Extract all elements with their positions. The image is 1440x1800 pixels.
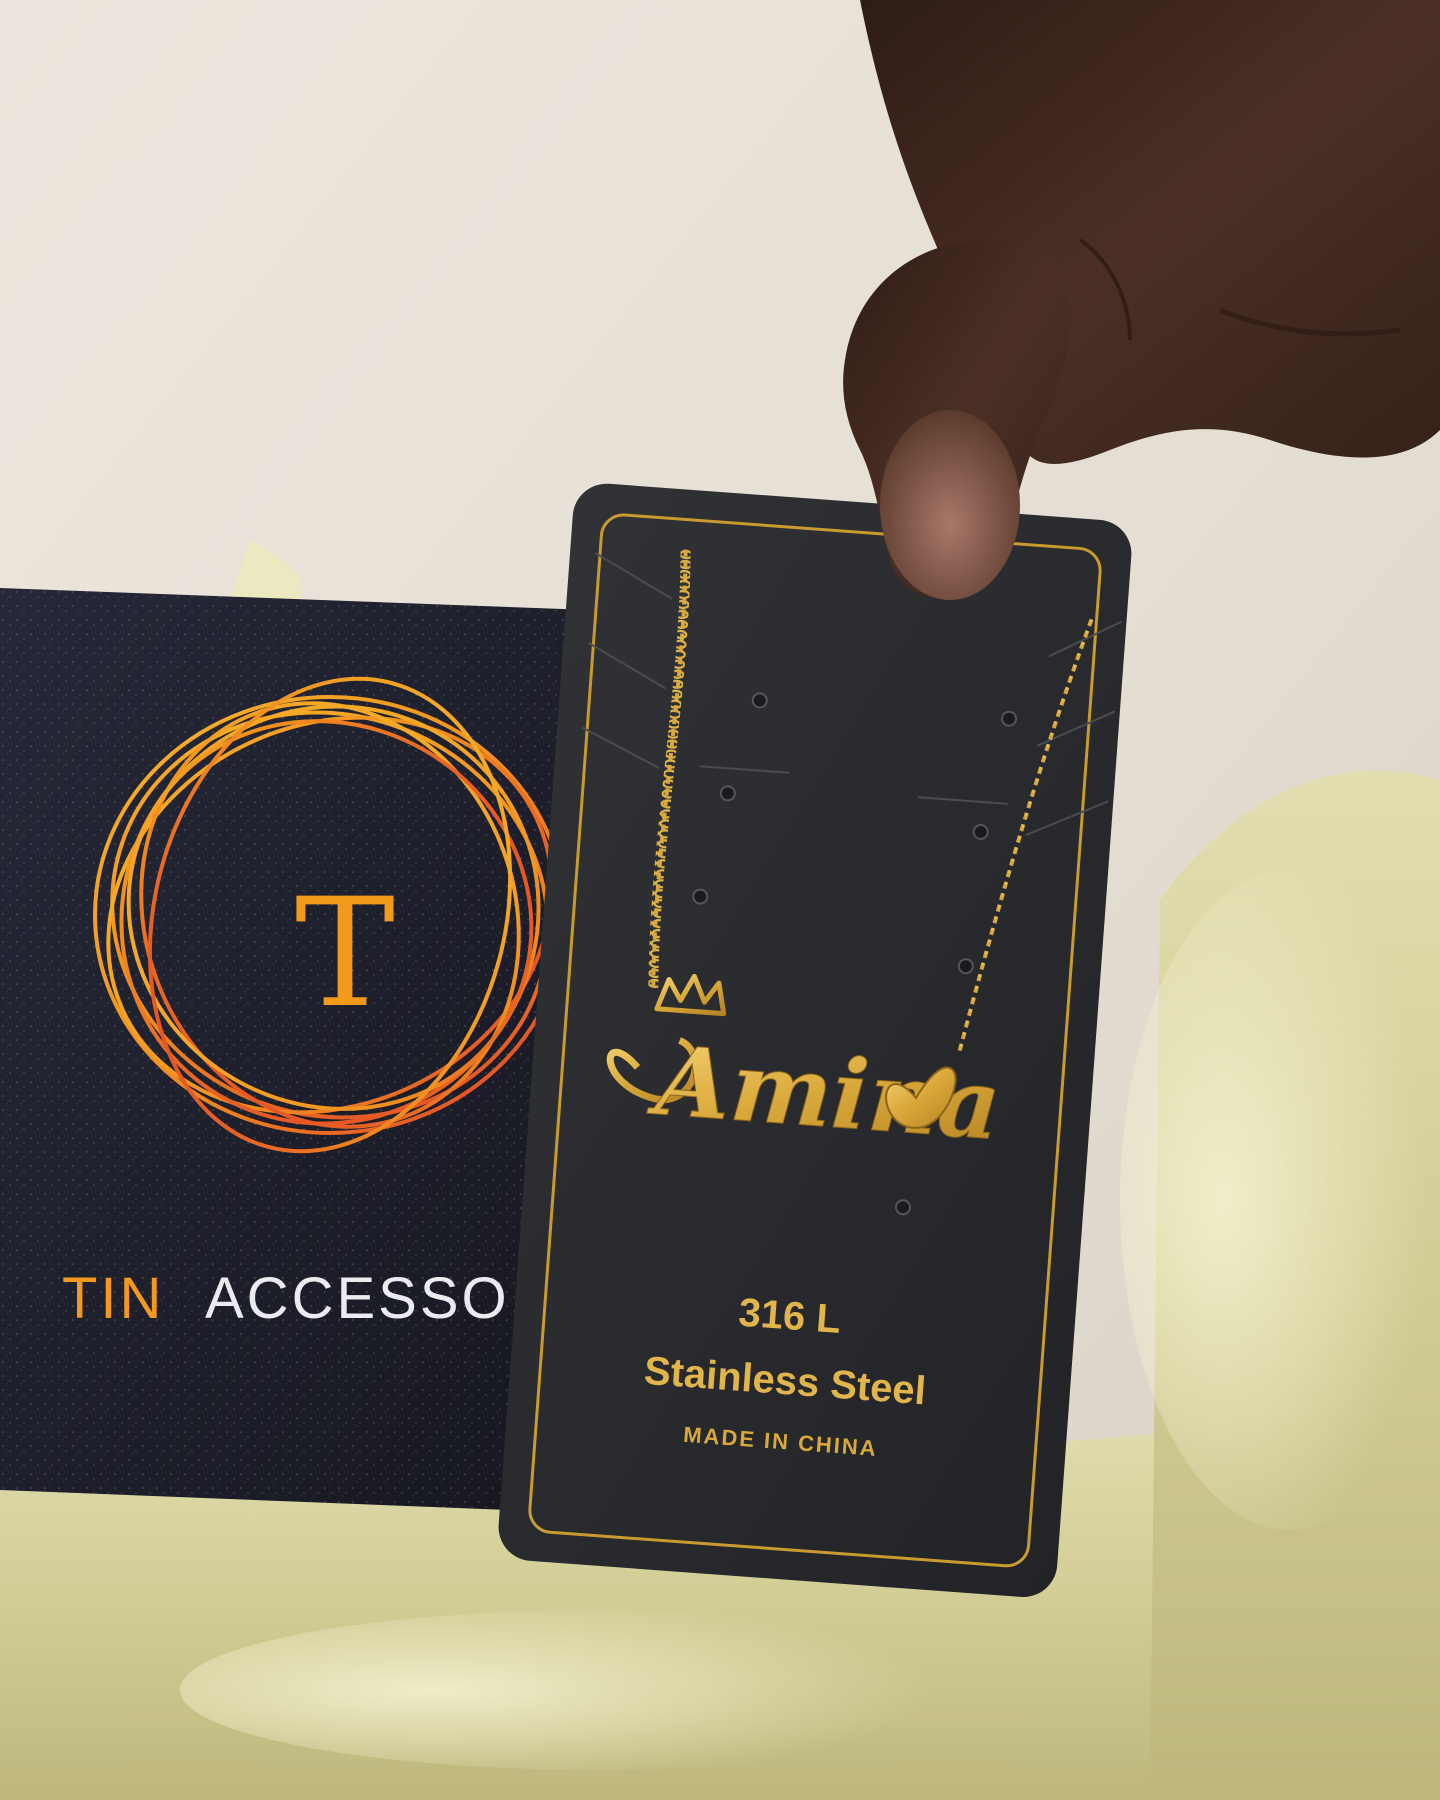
brand-name-secondary: ACCESSO (205, 1266, 510, 1331)
photo-canvas: T TIN ACCESSO Amina 316 L Stainless Stee… (0, 0, 1440, 1800)
necklace-card: Amina 316 L Stainless Steel MADE IN CHIN… (498, 483, 1132, 1598)
steel-grade: 316 L (737, 1291, 842, 1342)
satin-highlight-bottom (180, 1610, 1020, 1770)
thumb-tip (880, 410, 1020, 600)
monogram-letter: T (295, 867, 395, 1041)
photo-scene: T TIN ACCESSO Amina 316 L Stainless Stee… (0, 0, 1440, 1800)
brand-name-primary: TIN (62, 1266, 164, 1331)
